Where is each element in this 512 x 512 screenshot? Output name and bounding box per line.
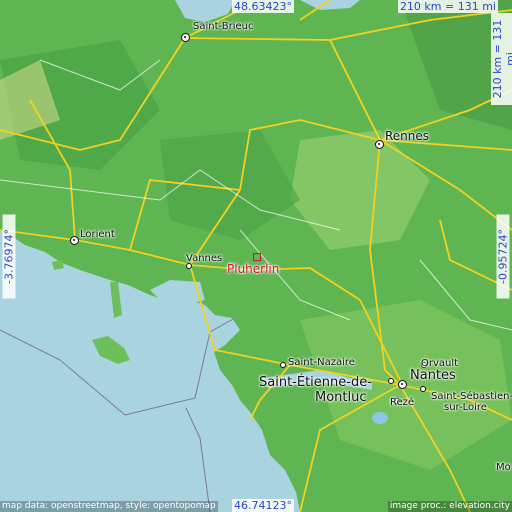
attribution-image-processing: image proc.: elevation.city: [387, 501, 512, 512]
city-label-rennes: Rennes: [385, 129, 430, 143]
city-dot-rennes: [375, 140, 384, 149]
city-label-reze: Rezé: [390, 397, 415, 408]
coord-top-latitude: 48.63423°: [232, 0, 294, 13]
coord-left-longitude: -3.76974°: [2, 214, 16, 299]
scale-vertical: 210 km = 131 mi: [491, 13, 512, 105]
scale-horizontal: 210 km = 131 mi: [397, 0, 498, 13]
coord-bottom-latitude: 46.74123°: [232, 499, 294, 512]
city-label-saint-etienne-line1: Saint-Étienne-de-: [259, 375, 372, 390]
city-label-saint-sebastien-line1: Saint-Sébastien-: [431, 391, 512, 402]
city-label-lorient: Lorient: [80, 229, 115, 240]
city-label-partial: Mo: [496, 462, 511, 473]
city-label-nantes: Nantes: [410, 368, 456, 383]
city-label-vannes: Vannes: [186, 253, 223, 264]
place-label: Pluherlin: [227, 262, 280, 276]
map-canvas[interactable]: Saint-Brieuc Rennes Lorient Vannes Saint…: [0, 0, 512, 512]
attribution-map-data: map data: openstreetmap, style: opentopo…: [0, 501, 218, 512]
city-dot-saint-etienne: [388, 378, 394, 384]
city-label-saint-brieuc: Saint-Brieuc: [193, 21, 254, 32]
city-dot-lorient: [70, 236, 79, 245]
place-marker[interactable]: [253, 253, 261, 261]
city-label-saint-nazaire: Saint-Nazaire: [288, 357, 355, 368]
city-dot-saint-nazaire: [280, 362, 286, 368]
city-dot-saint-brieuc: [181, 33, 190, 42]
city-dot-nantes: [398, 380, 407, 389]
city-label-saint-etienne-line2: Montluc: [315, 390, 367, 405]
coord-right-longitude: -0.95724°: [496, 214, 510, 299]
city-dot-saint-sebastien: [420, 386, 426, 392]
city-label-saint-sebastien-line2: sur-Loire: [444, 402, 487, 413]
